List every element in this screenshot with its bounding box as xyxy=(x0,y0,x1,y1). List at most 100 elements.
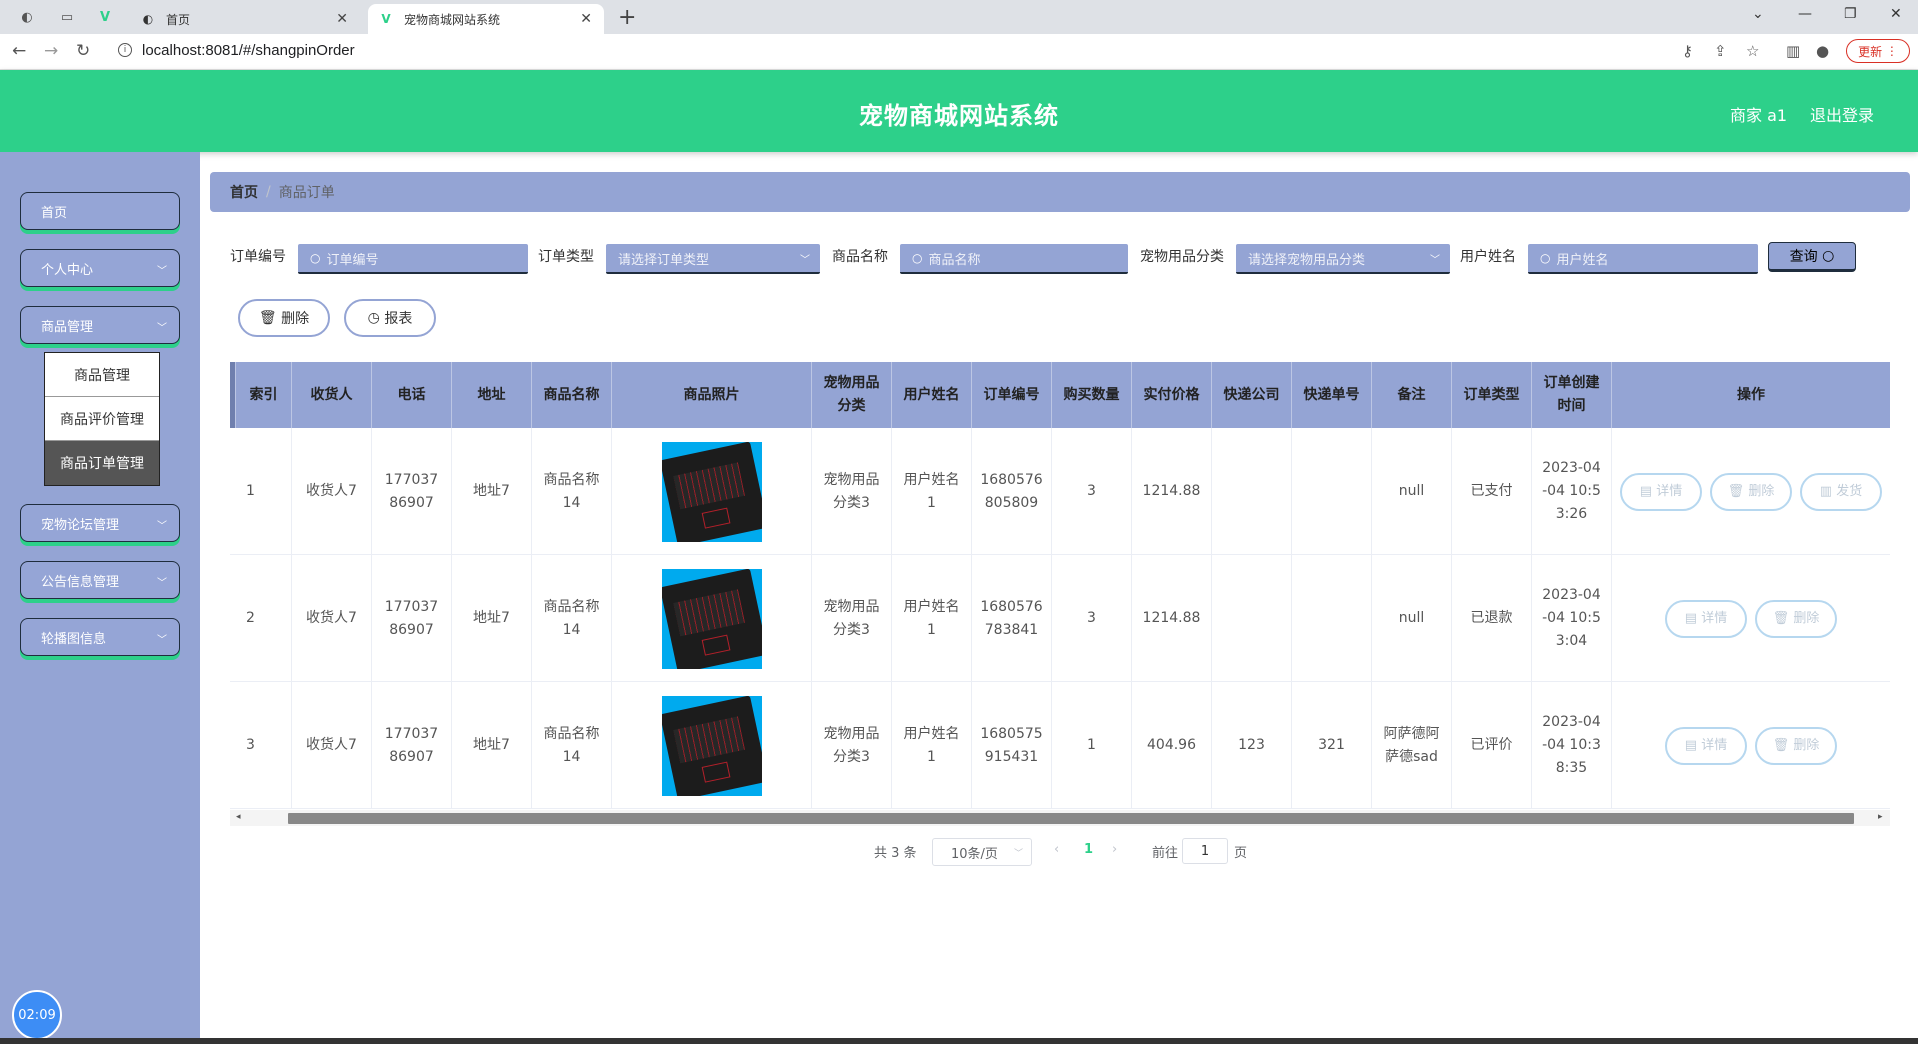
product-image[interactable] xyxy=(661,695,762,796)
submenu-item-product-orders[interactable]: 商品订单管理 xyxy=(45,441,159,485)
chevron-down-icon: ﹀ xyxy=(1430,254,1440,266)
chevron-down-icon[interactable]: ⌄ xyxy=(1752,6,1764,22)
header-created: 订单创建时间 xyxy=(1532,362,1612,428)
chevron-down-icon: ﹀ xyxy=(157,266,167,277)
detail-button[interactable]: ▤ 详情 xyxy=(1665,599,1747,638)
sidebar-item-carousel[interactable]: 轮播图信息 ﹀ xyxy=(20,618,180,656)
table-horizontal-scrollbar[interactable]: ◂ ▸ xyxy=(230,810,1890,826)
delete-button[interactable]: 🗑 删除 xyxy=(1755,726,1837,765)
scroll-left-icon[interactable]: ◂ xyxy=(236,812,241,822)
app-title: 宠物商城网站系统 xyxy=(859,102,1059,130)
header-price: 实付价格 xyxy=(1132,362,1212,428)
tab-favicon-icon[interactable]: ◐ xyxy=(18,8,36,26)
restore-icon[interactable]: ❐ xyxy=(1844,6,1857,22)
info-icon[interactable]: i xyxy=(118,43,132,57)
sidebar-item-label: 公告信息管理 xyxy=(41,574,120,590)
page-suffix: 页 xyxy=(1234,846,1248,861)
report-button[interactable]: ◷ 报表 xyxy=(344,299,436,337)
cell-index: 1 xyxy=(230,428,292,555)
tab-favicon-icon[interactable]: ▭ xyxy=(58,8,76,26)
sidebar-item-notices[interactable]: 公告信息管理 ﹀ xyxy=(20,561,180,599)
cell-username: 用户姓名1 xyxy=(892,555,972,682)
prev-page-icon[interactable]: ‹ xyxy=(1054,842,1059,857)
reload-icon[interactable]: ↻ xyxy=(76,41,90,61)
cell-price: 1214.88 xyxy=(1132,428,1212,555)
cell-order-type: 已退款 xyxy=(1452,555,1532,682)
tab-app[interactable]: V 宠物商城网站系统 ✕ xyxy=(368,4,604,34)
detail-label: 详情 xyxy=(1656,484,1683,499)
cell-product-photo xyxy=(612,555,812,682)
delete-button[interactable]: 🗑 删除 xyxy=(1755,599,1837,638)
update-button[interactable]: 更新 ⋮ xyxy=(1846,39,1910,63)
query-button[interactable]: 查询 ○ xyxy=(1768,242,1856,272)
query-label: 查询 xyxy=(1789,249,1818,265)
next-page-icon[interactable]: › xyxy=(1112,842,1117,857)
cell-price: 1214.88 xyxy=(1132,555,1212,682)
scroll-right-icon[interactable]: ▸ xyxy=(1878,812,1883,822)
tab-label: 宠物商城网站系统 xyxy=(404,12,501,27)
browser-tab-bar: ◐ ▭ V ◐ 首页 ✕ V 宠物商城网站系统 ✕ + ⌄ — ❐ ✕ xyxy=(0,0,1918,34)
order-type-select[interactable]: 请选择订单类型 ﹀ xyxy=(606,244,820,274)
page-number-current[interactable]: 1 xyxy=(1084,842,1093,857)
trash-icon: 🗑 xyxy=(1727,484,1745,499)
back-icon[interactable]: ← xyxy=(12,41,26,61)
detail-label: 详情 xyxy=(1701,611,1728,626)
sidepanel-icon[interactable]: ▥ xyxy=(1786,42,1800,60)
cell-receiver: 收货人7 xyxy=(292,555,372,682)
breadcrumb-home[interactable]: 首页 xyxy=(230,182,258,202)
cell-quantity: 3 xyxy=(1052,555,1132,682)
minimize-icon[interactable]: — xyxy=(1798,6,1812,22)
profile-icon[interactable]: ● xyxy=(1816,42,1829,60)
close-icon[interactable]: ✕ xyxy=(336,11,348,27)
sidebar-item-forum[interactable]: 宠物论坛管理 ﹀ xyxy=(20,504,180,542)
header-phone: 电话 xyxy=(372,362,452,428)
close-icon[interactable]: ✕ xyxy=(580,11,592,27)
current-user: 商家 a1 xyxy=(1730,106,1788,125)
delete-button[interactable]: 🗑 删除 xyxy=(1710,472,1792,511)
share-icon[interactable]: ⇪ xyxy=(1714,42,1727,60)
logout-button[interactable]: 退出登录 xyxy=(1810,102,1874,126)
new-tab-icon[interactable]: + xyxy=(618,5,636,30)
submenu-item-product-manage[interactable]: 商品管理 xyxy=(45,353,159,397)
sidebar-item-products[interactable]: 商品管理 ﹀ xyxy=(20,306,180,344)
username-input[interactable]: ○ 用户姓名 xyxy=(1528,244,1758,274)
trash-icon: 🗑 xyxy=(1772,611,1790,626)
page-size-select[interactable]: 10条/页 ﹀ xyxy=(932,838,1032,866)
key-icon[interactable]: ⚷ xyxy=(1682,42,1693,60)
sidebar-item-label: 个人中心 xyxy=(41,262,94,278)
filter-label-username: 用户姓名 xyxy=(1460,249,1516,265)
sidebar-item-profile[interactable]: 个人中心 ﹀ xyxy=(20,249,180,287)
sidebar-item-label: 商品管理 xyxy=(41,319,94,335)
sidebar-item-label: 宠物论坛管理 xyxy=(41,517,120,533)
detail-button[interactable]: ▤ 详情 xyxy=(1665,726,1747,765)
cell-operations: ▤ 详情 🗑 删除 ▥ 发货 xyxy=(1612,428,1890,555)
filter-label-order-type: 订单类型 xyxy=(538,249,594,265)
product-image[interactable] xyxy=(661,568,762,669)
star-icon[interactable]: ☆ xyxy=(1746,42,1759,60)
forward-icon[interactable]: → xyxy=(44,41,58,61)
order-no-input[interactable]: ○ 订单编号 xyxy=(298,244,528,274)
close-window-icon[interactable]: ✕ xyxy=(1890,6,1902,22)
sidebar-item-label: 轮播图信息 xyxy=(41,631,107,647)
header-courier: 快递公司 xyxy=(1212,362,1292,428)
submenu-item-product-reviews[interactable]: 商品评价管理 xyxy=(45,397,159,441)
cell-courier xyxy=(1212,555,1292,682)
cell-order-type: 已支付 xyxy=(1452,428,1532,555)
cell-username: 用户姓名1 xyxy=(892,682,972,809)
detail-button[interactable]: ▤ 详情 xyxy=(1620,472,1702,511)
cell-order-no: 1680575915431 xyxy=(972,682,1052,809)
bulk-delete-button[interactable]: 🗑 删除 xyxy=(238,299,330,337)
vue-logo-icon[interactable]: V xyxy=(96,8,114,26)
sidebar-item-home[interactable]: 首页 xyxy=(20,192,180,230)
category-select[interactable]: 请选择宠物用品分类 ﹀ xyxy=(1236,244,1450,274)
product-image[interactable] xyxy=(661,441,762,542)
document-icon: ▤ xyxy=(1684,611,1698,626)
scrollbar-thumb[interactable] xyxy=(288,813,1854,824)
product-name-input[interactable]: ○ 商品名称 xyxy=(900,244,1128,274)
url-field[interactable]: localhost:8081/#/shangpinOrder xyxy=(142,42,355,59)
goto-page-input[interactable]: 1 xyxy=(1182,838,1228,864)
header-address: 地址 xyxy=(452,362,532,428)
header-index: 索引 xyxy=(236,362,292,428)
ship-button[interactable]: ▥ 发货 xyxy=(1800,472,1882,511)
tab-home[interactable]: ◐ 首页 ✕ xyxy=(130,4,360,34)
